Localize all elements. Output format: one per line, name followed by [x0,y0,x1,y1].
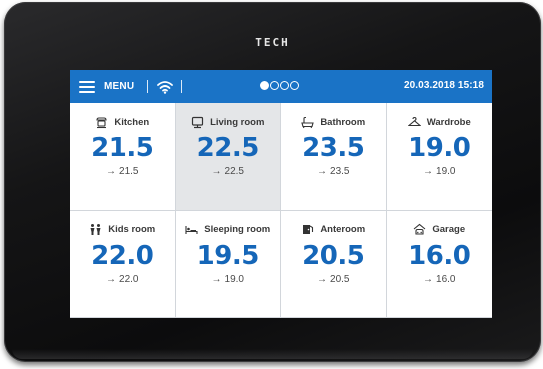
arrow-right-icon: → [106,273,117,285]
bathtub-icon [301,116,315,129]
arrow-right-icon: → [106,166,117,177]
page-dot[interactable] [270,81,279,90]
room-tile[interactable]: Anteroom 20.5 → 20.5 [281,210,387,318]
room-header: Sleeping room [185,223,270,237]
arrow-right-icon: → [211,273,222,285]
setpoint-value: 22.0 [119,273,139,285]
arrow-right-icon: → [317,166,328,177]
top-bar: MENU 20.03.2018 15:18 [70,70,492,103]
room-tile[interactable]: Bathroom 23.5 → 23.5 [281,103,387,211]
current-temperature: 19.0 [408,133,471,163]
room-name: Anteroom [320,224,366,235]
room-header: Garage [413,223,465,237]
kids-icon [89,223,102,236]
current-temperature: 22.5 [196,133,260,163]
arrow-right-icon: → [211,166,222,177]
thermostat-device: TECH MENU 20.03.2018 15:18 Kitchen 21.5 → 2… [4,2,541,362]
brand-logo: TECH [255,36,290,49]
room-header: Kitchen [95,115,149,129]
setpoint-value: 23.5 [330,166,350,177]
setpoint: → 22.5 [212,166,244,177]
touch-screen: MENU 20.03.2018 15:18 Kitchen 21.5 → 21.5 Li… [70,70,492,318]
setpoint: → 23.5 [317,166,349,177]
setpoint: → 19.0 [423,166,455,177]
room-tile[interactable]: Kitchen 21.5 → 21.5 [70,103,176,211]
hanger-icon [407,116,421,129]
garage-icon [413,223,426,236]
door-icon [301,223,314,236]
setpoint-value: 16.0 [436,273,456,285]
room-name: Kitchen [114,116,150,128]
room-header: Bathroom [301,115,365,129]
room-tile[interactable]: Kids room 22.0 → 22.0 [70,210,176,318]
current-temperature: 21.5 [91,133,154,163]
date-time: 20.03.2018 15:18 [403,80,484,91]
setpoint-value: 19.0 [224,273,244,285]
menu-button[interactable]: MENU [79,80,135,93]
room-header: Wardrobe [407,115,471,129]
arrow-right-icon: → [423,166,434,177]
room-tile[interactable]: Living room 22.5 → 22.5 [175,103,281,211]
page-dot[interactable] [260,81,269,90]
wifi-icon [157,80,174,94]
room-grid: Kitchen 21.5 → 21.5 Living room 22.5 → 22.5 Bath… [70,103,492,318]
setpoint: → 19.0 [212,274,244,285]
setpoint-value: 21.5 [119,166,139,177]
bed-icon [185,223,198,236]
current-temperature: 23.5 [302,133,365,163]
setpoint: → 22.0 [106,274,138,285]
current-temperature: 19.5 [196,240,260,271]
tv-icon [191,116,204,129]
setpoint-value: 22.5 [224,166,244,177]
setpoint: → 21.5 [106,166,138,177]
kitchen-icon [95,116,108,129]
page-dot[interactable] [290,81,299,90]
page-indicator[interactable] [260,81,299,90]
room-header: Living room [191,115,264,129]
room-name: Garage [432,224,466,235]
setpoint-value: 20.5 [330,273,350,285]
divider [181,80,183,93]
room-tile[interactable]: Wardrobe 19.0 → 19.0 [386,103,492,211]
page-dot[interactable] [280,81,289,90]
divider [147,80,149,93]
room-name: Bathroom [320,116,366,128]
menu-label: MENU [104,81,135,92]
setpoint: → 16.0 [423,274,455,285]
room-name: Living room [210,116,265,128]
arrow-right-icon: → [317,273,328,285]
room-header: Kids room [89,223,155,237]
current-temperature: 20.5 [302,240,365,271]
current-temperature: 22.0 [91,240,154,271]
room-tile[interactable]: Garage 16.0 → 16.0 [386,210,492,318]
room-name: Sleeping room [204,224,271,235]
setpoint-value: 19.0 [436,166,456,177]
room-name: Kids room [108,224,156,235]
hamburger-icon [79,80,95,93]
current-temperature: 16.0 [408,240,471,271]
arrow-right-icon: → [423,273,434,285]
room-name: Wardrobe [426,116,471,128]
setpoint: → 20.5 [317,274,349,285]
room-tile[interactable]: Sleeping room 19.5 → 19.0 [175,210,281,318]
room-header: Anteroom [301,223,365,237]
